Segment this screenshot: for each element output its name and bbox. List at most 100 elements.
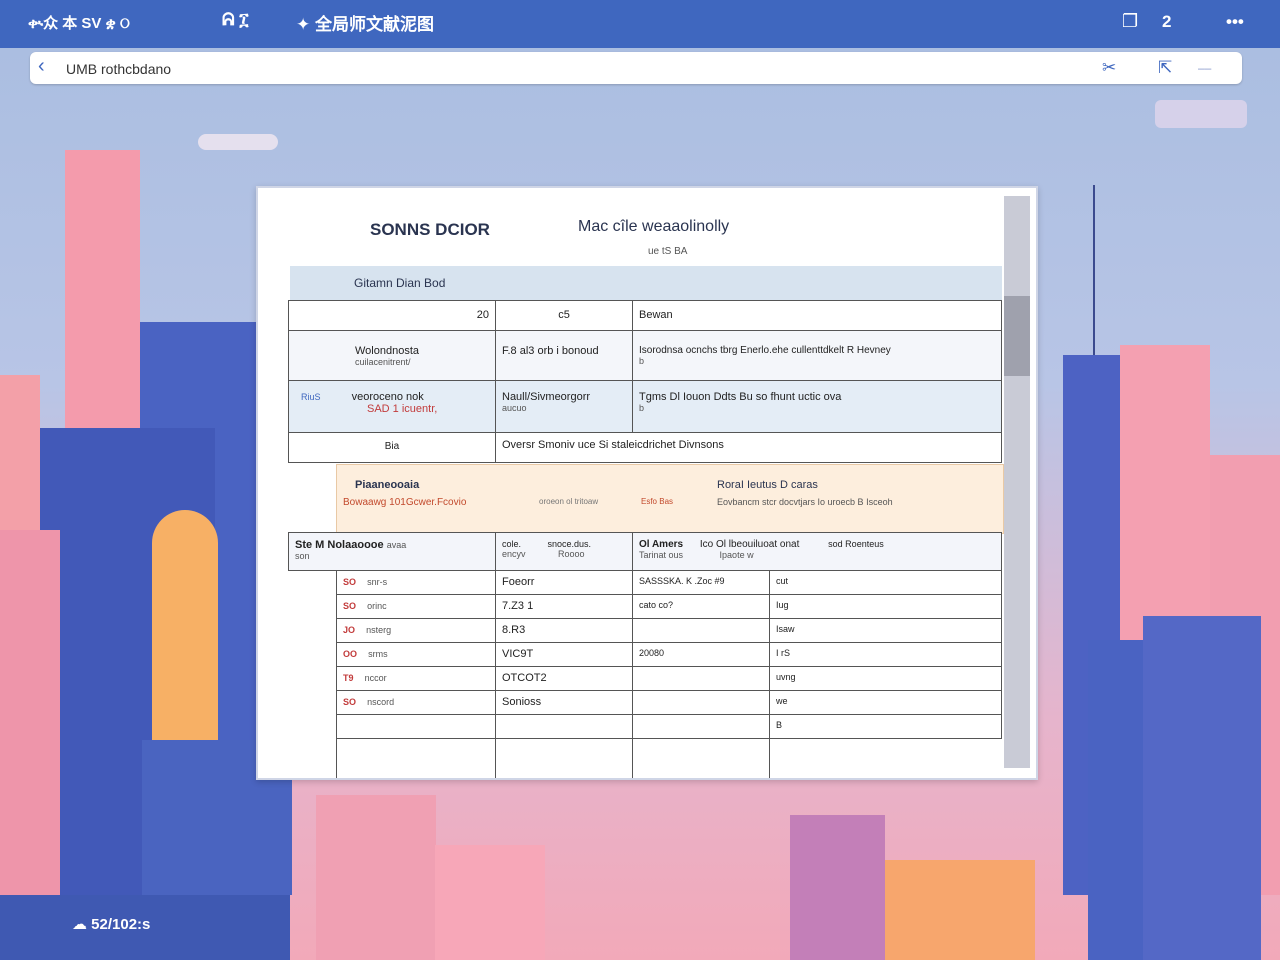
header-cell[interactable]: c5: [495, 300, 633, 331]
header-cell[interactable]: Bewan: [632, 300, 1002, 331]
section-band: Gitamn Dian Bod: [290, 266, 1002, 300]
table-cell: Bia: [288, 432, 496, 463]
section-band-label: Gitamn Dian Bod: [354, 276, 446, 290]
notification-count[interactable]: 2: [1162, 12, 1171, 32]
header-cell[interactable]: 20: [288, 300, 496, 331]
building-orange-mid: [885, 860, 1035, 960]
section-note-right: Eovbancm stcr docvtjars Io uroecb B Isce…: [717, 497, 893, 507]
list-cell-value: [495, 714, 633, 739]
document-window: SONNS DCIOR Mac cîle weaaolinolly ue tS …: [256, 186, 1038, 780]
vertical-scrollbar[interactable]: [1004, 196, 1030, 768]
list-cell-note: Iug: [769, 594, 1002, 619]
bottom-status-bar: ☁ 52/102:s: [0, 895, 290, 960]
section-meta3: Esfo Bas: [641, 497, 674, 506]
table-header-row: 20 c5 Bewan: [288, 300, 1002, 331]
table-row[interactable]: RiuS veoroceno nok SAD 1 icuentr, Naull/S…: [288, 380, 1002, 433]
subheader-row: Ste M Nolaaoooe avaa son cole. snoce.dus.…: [288, 532, 1002, 571]
table-cell: Tgms Dl Iouon Ddts Bu so fhunt uctic ova…: [632, 380, 1002, 433]
building-violet: [790, 815, 885, 960]
building-pink-center: [316, 795, 436, 960]
list-cell-id: JO nsterg: [336, 618, 496, 643]
table-row-empty: [336, 738, 1002, 778]
list-cell-value: OTCOT2: [495, 666, 633, 691]
list-row[interactable]: SO nscord Sonioss we: [336, 690, 1002, 715]
list-cell-note: I rS: [769, 642, 1002, 667]
list-cell-value: Foeorr: [495, 570, 633, 595]
address-input[interactable]: UMB rothcbdano: [66, 61, 171, 77]
list-cell-detail: 20080: [632, 642, 770, 667]
back-icon[interactable]: ‹: [38, 55, 45, 78]
cloud-right: [1155, 100, 1247, 128]
document-subtitle-small: ue tS BA: [648, 246, 688, 257]
list-row[interactable]: SO orinc 7.Z3 1 cato co? Iug: [336, 594, 1002, 619]
list-cell-detail: SASSSKA. K .Zoc #9: [632, 570, 770, 595]
address-bar: ‹ UMB rothcbdano ✂ ⇱ ––: [30, 52, 1242, 84]
list-row[interactable]: B: [336, 714, 1002, 739]
list-cell-note: cut: [769, 570, 1002, 595]
table-row[interactable]: Wolondnosta cuilacenitrent/ F.8 al3 orb i…: [288, 330, 1002, 381]
scrollbar-thumb[interactable]: [1004, 296, 1030, 376]
table-cell: Naull/Sivmeorgorr aucuo: [495, 380, 633, 433]
cloud-left: [198, 134, 278, 150]
list-cell-note: Isaw: [769, 618, 1002, 643]
document-header: SONNS DCIOR Mac cîle weaaolinolly ue tS …: [290, 196, 1002, 266]
list-cell-value: Sonioss: [495, 690, 633, 715]
list-row[interactable]: JO nsterg 8.R3 Isaw: [336, 618, 1002, 643]
building-pink-right: [1120, 345, 1210, 645]
section-title: Piaaneooaia: [355, 479, 420, 491]
building-orange-arch: [152, 510, 218, 750]
section-meta: Bowaawg 101Gcwer.Fcovio: [343, 497, 467, 508]
list-cell-id: OO srms: [336, 642, 496, 667]
table-cell: Oversr Smoniv uce Si staleicdrichet Divn…: [495, 432, 1002, 463]
building-pink-low: [0, 530, 60, 895]
table-cell: [495, 738, 633, 778]
list-cell-value: 8.R3: [495, 618, 633, 643]
list-cell-value: VIC9T: [495, 642, 633, 667]
building-blue-right3: [1143, 616, 1261, 960]
table-cell: [632, 738, 770, 778]
data-table-top: 20 c5 Bewan Wolondnosta cuilacenitrent/ F…: [288, 300, 1002, 463]
list-cell-detail: cato co?: [632, 594, 770, 619]
building-pink-center2: [435, 845, 545, 960]
highlight-section: Piaaneooaia Bowaawg 101Gcwer.Fcovio oroe…: [336, 464, 1004, 534]
status-text: ☁ 52/102:s: [72, 916, 151, 933]
minimize-icon[interactable]: ––: [1198, 61, 1211, 75]
list-row[interactable]: OO srms VIC9T 20080 I rS: [336, 642, 1002, 667]
subheader-table: Ste M Nolaaoooe avaa son cole. snoce.dus.…: [288, 532, 1002, 571]
list-cell-id: SO nscord: [336, 690, 496, 715]
document-subtitle: Mac cîle weaaolinolly: [578, 218, 730, 235]
table-cell: RiuS veoroceno nok SAD 1 icuentr,: [288, 380, 496, 433]
section-meta2: oroeon ol tritoaw: [539, 497, 599, 506]
section-heading-right: RoraI Ieutus D caras: [717, 479, 818, 491]
list-cell-id: [336, 714, 496, 739]
more-icon[interactable]: •••: [1226, 12, 1244, 32]
window-box-icon[interactable]: ❐: [1122, 11, 1138, 32]
list-row[interactable]: SO snr-s Foeorr SASSSKA. K .Zoc #9 cut: [336, 570, 1002, 595]
list-cell-note: B: [769, 714, 1002, 739]
subheader-cell[interactable]: Ol Amers Ico Ol lbeouiluoat onat sod Roe…: [632, 532, 1002, 571]
list-cell-detail: [632, 714, 770, 739]
table-cell: [336, 738, 496, 778]
list-cell-detail: [632, 666, 770, 691]
top-app-bar: ቊ众 本 SV ቋ ଠ ᕱ ፲ ✦ 全局师文献泥图 ❐ 2 •••: [0, 0, 1280, 48]
data-table-list: SO snr-s Foeorr SASSSKA. K .Zoc #9 cut SO or…: [336, 570, 1002, 778]
window-title: ✦ 全局师文献泥图: [296, 15, 434, 34]
list-cell-note: uvng: [769, 666, 1002, 691]
list-cell-note: we: [769, 690, 1002, 715]
table-cell: F.8 al3 orb i bonoud: [495, 330, 633, 381]
app-menu-text[interactable]: ቊ众 本 SV ቋ ଠ: [28, 12, 130, 33]
table-row[interactable]: Bia Oversr Smoniv uce Si staleicdrichet …: [288, 432, 1002, 463]
subheader-cell[interactable]: Ste M Nolaaoooe avaa son: [288, 532, 496, 571]
list-cell-id: T9 nccor: [336, 666, 496, 691]
list-cell-id: SO snr-s: [336, 570, 496, 595]
toolbar-icons[interactable]: ᕱ ፲: [222, 10, 248, 30]
scissors-icon[interactable]: ✂: [1102, 58, 1116, 78]
subheader-cell[interactable]: cole. snoce.dus. encyv Roooo: [495, 532, 633, 571]
antenna: [1093, 185, 1095, 355]
document-title: SONNS DCIOR: [370, 220, 490, 239]
list-row[interactable]: T9 nccor OTCOT2 uvng: [336, 666, 1002, 691]
list-cell-detail: [632, 618, 770, 643]
share-icon[interactable]: ⇱: [1158, 58, 1172, 78]
list-cell-value: 7.Z3 1: [495, 594, 633, 619]
list-cell-id: SO orinc: [336, 594, 496, 619]
